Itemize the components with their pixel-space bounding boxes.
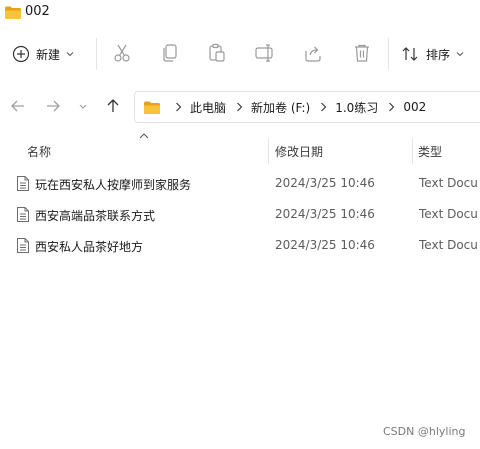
chevron-right-icon bbox=[236, 102, 243, 112]
forward-arrow-icon[interactable] bbox=[43, 96, 63, 116]
sort-button-label: 排序 bbox=[426, 47, 451, 62]
file-row[interactable]: 西安高端品茶联系方式 2024/3/25 10:46 Text Docu bbox=[0, 199, 480, 230]
column-divider[interactable] bbox=[412, 138, 413, 164]
sort-ascending-caret-icon bbox=[139, 133, 149, 139]
breadcrumb-item[interactable]: 此电脑 bbox=[190, 99, 226, 116]
new-button-label: 新建 bbox=[36, 47, 61, 62]
navigation-bar: 此电脑 新加卷 (F:) 1.0练习 002 bbox=[0, 86, 480, 128]
delete-icon[interactable] bbox=[351, 42, 373, 64]
new-button[interactable]: 新建 bbox=[12, 40, 74, 68]
column-header-date[interactable]: 修改日期 bbox=[275, 143, 323, 160]
chevron-right-icon bbox=[320, 102, 327, 112]
back-arrow-icon[interactable] bbox=[8, 96, 28, 116]
up-arrow-icon[interactable] bbox=[103, 96, 123, 116]
folder-icon bbox=[144, 101, 160, 114]
chevron-down-icon bbox=[66, 52, 74, 57]
file-name: 西安私人品茶好地方 bbox=[35, 240, 144, 254]
file-date: 2024/3/25 10:46 bbox=[275, 207, 375, 221]
plus-circle-icon bbox=[12, 45, 30, 63]
file-row[interactable]: 玩在西安私人按摩师到家服务 2024/3/25 10:46 Text Docu bbox=[0, 168, 480, 199]
file-type: Text Docu bbox=[419, 207, 478, 221]
text-document-icon bbox=[17, 176, 29, 191]
share-icon[interactable] bbox=[302, 42, 324, 64]
cut-icon[interactable] bbox=[111, 42, 133, 64]
toolbar-divider bbox=[96, 38, 97, 70]
sort-button[interactable]: 排序 bbox=[402, 42, 464, 66]
sort-arrows-icon bbox=[402, 47, 418, 61]
recent-locations-chevron-icon[interactable] bbox=[73, 96, 93, 116]
address-bar[interactable]: 此电脑 新加卷 (F:) 1.0练习 002 bbox=[134, 91, 480, 123]
column-divider[interactable] bbox=[268, 138, 269, 164]
breadcrumb-item[interactable]: 002 bbox=[403, 100, 426, 114]
text-document-icon bbox=[17, 207, 29, 222]
rename-icon[interactable] bbox=[254, 42, 276, 64]
file-name: 玩在西安私人按摩师到家服务 bbox=[35, 178, 192, 192]
text-document-icon bbox=[17, 238, 29, 253]
file-type: Text Docu bbox=[419, 238, 478, 252]
column-header: 名称 修改日期 类型 bbox=[0, 133, 480, 166]
file-row[interactable]: 西安私人品茶好地方 2024/3/25 10:46 Text Docu bbox=[0, 230, 480, 261]
copy-icon[interactable] bbox=[159, 42, 181, 64]
file-list: 玩在西安私人按摩师到家服务 2024/3/25 10:46 Text Docu … bbox=[0, 168, 480, 261]
toolbar-divider bbox=[388, 38, 389, 70]
file-name: 西安高端品茶联系方式 bbox=[35, 209, 156, 223]
breadcrumb-item[interactable]: 1.0练习 bbox=[335, 99, 378, 116]
breadcrumb-item[interactable]: 新加卷 (F:) bbox=[251, 99, 310, 116]
chevron-down-icon bbox=[456, 52, 464, 57]
paste-icon[interactable] bbox=[206, 42, 228, 64]
chevron-right-icon bbox=[175, 102, 182, 112]
file-type: Text Docu bbox=[419, 176, 478, 190]
file-date: 2024/3/25 10:46 bbox=[275, 176, 375, 190]
toolbar: 新建 排序 bbox=[0, 26, 480, 82]
folder-icon bbox=[5, 6, 21, 19]
window-title: 002 bbox=[25, 4, 50, 19]
watermark: CSDN @hlyling bbox=[383, 425, 466, 438]
breadcrumb: 此电脑 新加卷 (F:) 1.0练习 002 bbox=[165, 92, 426, 122]
file-date: 2024/3/25 10:46 bbox=[275, 238, 375, 252]
chevron-right-icon bbox=[388, 102, 395, 112]
column-header-type[interactable]: 类型 bbox=[418, 143, 442, 160]
column-header-name[interactable]: 名称 bbox=[27, 143, 51, 160]
title-bar: 002 bbox=[0, 0, 480, 26]
